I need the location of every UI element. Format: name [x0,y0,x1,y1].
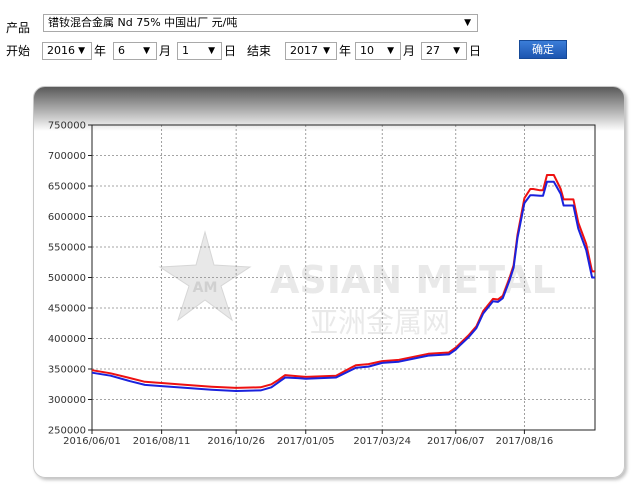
price-chart: AM ASIAN METAL 亚洲金属网 250000 300000 350000 4… [48,121,596,447]
y-axis: 250000 300000 350000 400000 450000 500000 5500… [48,121,92,437]
watermark-brand-cn: 亚洲金属网 [310,306,450,339]
x-tick-label: 2017/01/05 [277,436,335,447]
watermark-logo-text: AM [193,280,218,296]
y-tick-label: 750000 [48,121,86,132]
y-tick-label: 350000 [48,365,86,376]
y-tick-label: 600000 [48,212,86,223]
y-tick-label: 450000 [48,304,86,315]
x-tick-label: 2017/08/16 [496,436,554,447]
y-tick-label: 300000 [48,395,86,406]
y-tick-label: 400000 [48,334,86,345]
y-tick-label: 650000 [48,182,86,193]
y-tick-label: 550000 [48,243,86,254]
x-tick-label: 2016/08/11 [133,436,191,447]
x-tick-label: 2016/10/26 [207,436,265,447]
x-tick-label: 2017/06/07 [427,436,485,447]
x-tick-label: 2016/06/01 [63,436,121,447]
x-tick-label: 2017/03/24 [353,436,411,447]
y-tick-label: 500000 [48,273,86,284]
y-tick-label: 700000 [48,151,86,162]
x-axis: 2016/06/01 2016/08/11 2016/10/26 2017/01/05… [63,430,553,447]
y-tick-label: 250000 [48,426,86,437]
watermark: AM ASIAN METAL 亚洲金属网 [158,230,556,339]
